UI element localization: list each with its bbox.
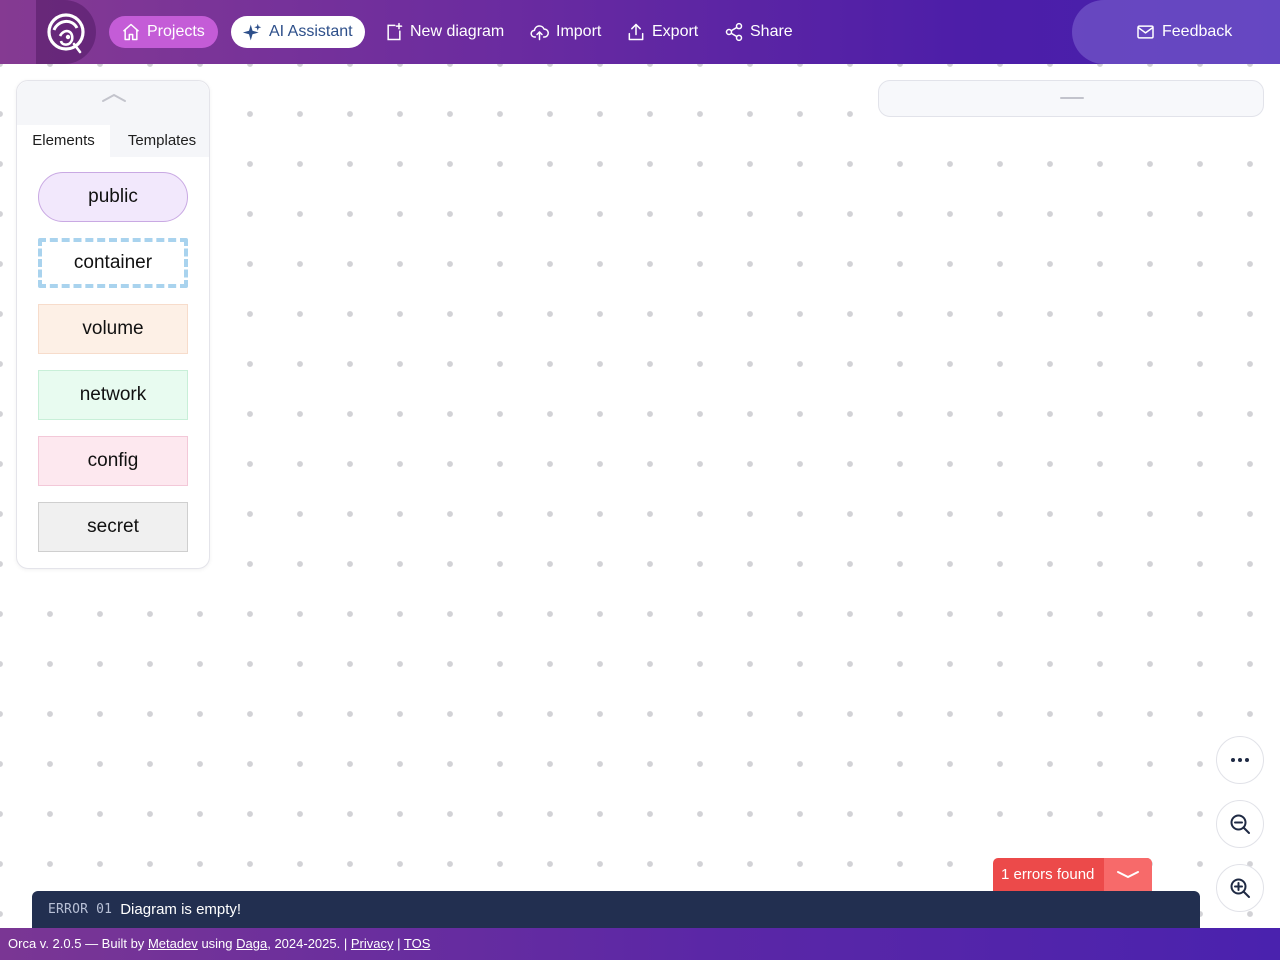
top-bar: Projects AI Assistant New diagram Import…	[0, 0, 1280, 64]
projects-label: Projects	[147, 23, 205, 40]
sparkles-icon	[242, 23, 262, 40]
share-icon	[725, 22, 743, 42]
feedback-button[interactable]: Feedback	[1135, 16, 1232, 48]
panel-drag-handle[interactable]	[1060, 97, 1084, 99]
zoom-out-icon	[1230, 814, 1250, 834]
footer-years: , 2024-2025. |	[267, 936, 348, 951]
logo[interactable]	[36, 0, 96, 64]
chevron-up-icon[interactable]	[101, 91, 127, 105]
feedback-label: Feedback	[1162, 23, 1233, 40]
footer-separator: |	[397, 936, 401, 951]
element-config[interactable]: config	[38, 436, 188, 486]
export-button[interactable]: Export	[626, 16, 698, 48]
footer: Orca v. 2.0.5 — Built by Metadev using D…	[0, 928, 1280, 960]
element-palette: Elements Templates public container volu…	[16, 80, 210, 569]
export-label: Export	[652, 23, 699, 40]
zoom-in-icon	[1230, 878, 1250, 898]
element-network[interactable]: network	[38, 370, 188, 420]
element-secret[interactable]: secret	[38, 502, 188, 552]
share-button[interactable]: Share	[724, 16, 793, 48]
chevron-down-icon	[1117, 871, 1139, 879]
import-button[interactable]: Import	[529, 16, 601, 48]
tos-link[interactable]: TOS	[404, 936, 431, 951]
new-file-icon	[387, 22, 403, 41]
privacy-link[interactable]: Privacy	[351, 936, 394, 951]
error-code: ERROR 01	[48, 902, 113, 917]
error-message: Diagram is empty!	[120, 901, 242, 918]
new-diagram-button[interactable]: New diagram	[384, 16, 504, 48]
element-public[interactable]: public	[38, 172, 188, 222]
zoom-out-button[interactable]	[1216, 800, 1264, 848]
mail-icon	[1137, 25, 1154, 39]
errors-count: 1 errors found	[1001, 866, 1095, 883]
palette-tabs: Elements Templates	[17, 125, 209, 157]
more-horizontal-icon	[1231, 758, 1249, 762]
tab-templates[interactable]: Templates	[114, 125, 210, 157]
footer-using: using	[201, 936, 233, 951]
projects-button[interactable]: Projects	[109, 16, 218, 48]
tab-elements[interactable]: Elements	[17, 125, 110, 157]
home-icon	[123, 23, 139, 41]
more-options-button[interactable]	[1216, 736, 1264, 784]
property-panel[interactable]	[878, 80, 1264, 117]
orca-logo-icon	[47, 13, 85, 54]
ai-assistant-button[interactable]: AI Assistant	[231, 16, 365, 48]
error-list: ERROR 01 Diagram is empty!	[32, 891, 1200, 928]
element-volume[interactable]: volume	[38, 304, 188, 354]
cloud-upload-icon	[530, 25, 549, 41]
new-diagram-label: New diagram	[410, 23, 505, 40]
share-label: Share	[750, 23, 793, 40]
daga-link[interactable]: Daga	[236, 936, 267, 951]
metadev-link[interactable]: Metadev	[148, 936, 198, 951]
upload-icon	[628, 23, 644, 41]
zoom-in-button[interactable]	[1216, 864, 1264, 912]
errors-collapse-button[interactable]	[1104, 858, 1152, 892]
errors-toggle[interactable]: 1 errors found	[993, 858, 1152, 892]
import-label: Import	[556, 23, 602, 40]
ai-assistant-label: AI Assistant	[269, 23, 353, 40]
palette-collapse-bar[interactable]	[17, 81, 209, 125]
footer-version: Orca v. 2.0.5 — Built by	[8, 936, 145, 951]
element-container[interactable]: container	[38, 238, 188, 288]
